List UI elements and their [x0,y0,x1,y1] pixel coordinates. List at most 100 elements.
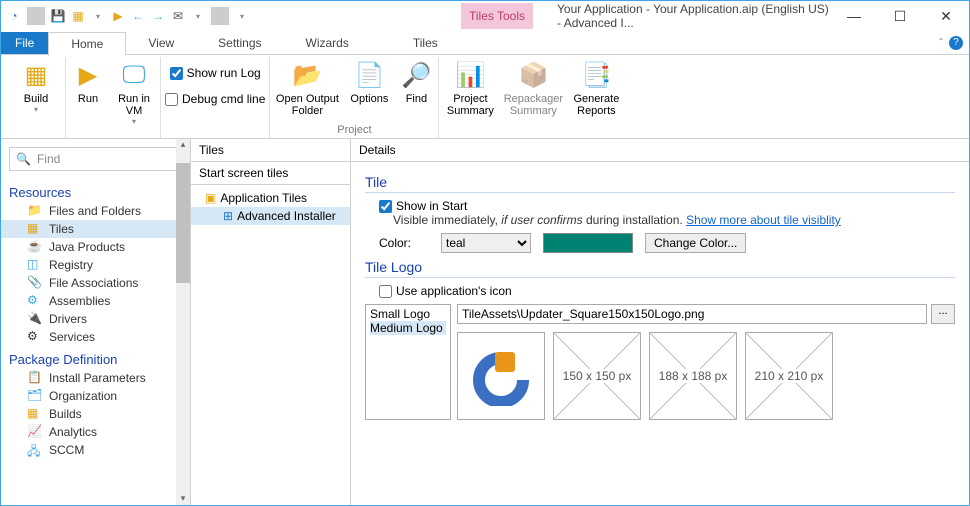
collapse-ribbon-icon[interactable]: ˆ [939,36,943,50]
content: 🔍 Find Resources 📁Files and Folders ▦Til… [1,139,969,505]
forward-icon[interactable]: → [149,7,167,25]
visibility-hint: Visible immediately, if user confirms du… [365,213,955,227]
tree-subheader: Start screen tiles [191,162,350,185]
sidebar-item-installparams[interactable]: 📋Install Parameters [1,369,190,387]
assembly-icon: ⚙ [27,293,43,309]
run-icon[interactable]: ▶ [109,7,127,25]
tab-home[interactable]: Home [48,32,126,56]
open-output-button[interactable]: 📂 Open Output Folder [274,57,340,117]
project-summary-button[interactable]: 📊 Project Summary [443,57,497,117]
change-color-button[interactable]: Change Color... [645,233,746,253]
ribbon: ▦ Build ▾ ▶ Run 🖵 Run in VM ▾ Show run L… [1,55,969,139]
minimize-button[interactable]: — [831,1,877,31]
scroll-up-icon[interactable]: ▴ [176,139,190,151]
sidebar-item-drivers[interactable]: 🔌Drivers [1,310,190,328]
window-title: Your Application - Your Application.aip … [533,2,831,30]
build-button[interactable]: ▦ Build ▾ [11,57,61,114]
details-panel: Details Tile Show in Start Visible immed… [351,139,969,505]
show-run-log-check[interactable]: Show run Log [170,63,261,83]
sidebar-item-builds[interactable]: ▦Builds [1,405,190,423]
tab-settings[interactable]: Settings [196,32,283,54]
windows-icon: ⊞ [223,209,233,223]
ribbon-group-label: Project [337,122,371,138]
tab-wizards[interactable]: Wizards [284,32,371,54]
logo-path-input[interactable] [457,304,927,324]
browse-button[interactable]: ... [931,304,955,324]
details-header: Details [351,139,969,162]
tile-188[interactable]: 188 x 188 px [649,332,737,420]
build-icon[interactable]: ▦ [69,7,87,25]
tree-header: Tiles [191,139,350,162]
repackager-icon: 📦 [517,59,549,91]
qat-dropdown-icon[interactable]: ▾ [233,7,251,25]
analytics-icon: 📈 [27,424,43,440]
file-menu[interactable]: File [1,32,48,54]
sidebar-item-sccm[interactable]: 🖧SCCM [1,441,190,459]
sidebar: 🔍 Find Resources 📁Files and Folders ▦Til… [1,139,191,505]
find-icon: 🔎 [400,59,432,91]
tile-210[interactable]: 210 x 210 px [745,332,833,420]
sidebar-item-services[interactable]: ⚙Services [1,328,190,346]
logo-size-list[interactable]: Small Logo Medium Logo [365,304,451,420]
search-input[interactable]: 🔍 Find [9,147,182,171]
app-tiles-icon: ▣ [205,191,216,205]
generate-reports-button[interactable]: 📑 Generate Reports [569,57,623,117]
color-label: Color: [379,236,429,250]
dropdown-icon[interactable]: ▾ [89,7,107,25]
sidebar-item-organization[interactable]: 🗂Organization [1,387,190,405]
contextual-tab-header: Tiles Tools [461,3,533,29]
org-icon: 🗂 [27,388,43,404]
logo-medium-option[interactable]: Medium Logo [370,321,446,335]
tree-child[interactable]: ⊞Advanced Installer [191,207,350,225]
summary-icon: 📊 [454,59,486,91]
show-in-start-check[interactable]: Show in Start [365,199,955,213]
repackager-button[interactable]: 📦 Repackager Summary [503,57,563,117]
save-icon[interactable]: 💾 [49,7,67,25]
tab-view[interactable]: View [126,32,196,54]
sidebar-item-fileassoc[interactable]: 📎File Associations [1,274,190,292]
run-button[interactable]: ▶ Run [70,57,106,126]
sidebar-item-assemblies[interactable]: ⚙Assemblies [1,292,190,310]
mail-icon[interactable]: ✉ [169,7,187,25]
scroll-thumb[interactable] [176,163,190,283]
use-app-icon-check[interactable]: Use application's icon [365,284,955,298]
tile-preview[interactable] [457,332,545,420]
sidebar-item-java[interactable]: ☕Java Products [1,238,190,256]
close-button[interactable]: ✕ [923,1,969,31]
build-icon: ▦ [20,59,52,91]
tab-tiles[interactable]: Tiles [391,32,460,54]
options-icon: 📄 [353,59,385,91]
options-button[interactable]: 📄 Options [346,57,392,117]
menubar: File Home View Settings Wizards Tiles ˆ … [1,31,969,55]
search-icon: 🔍 [16,152,31,166]
run-vm-button[interactable]: 🖵 Run in VM ▾ [112,57,156,126]
visibility-link[interactable]: Show more about tile visiblity [686,213,841,227]
run-icon: ▶ [72,59,104,91]
tile-150[interactable]: 150 x 150 px [553,332,641,420]
dropdown-icon[interactable]: ▾ [189,7,207,25]
section-tile: Tile [365,174,955,193]
sccm-icon: 🖧 [27,442,43,458]
monitor-icon: 🖵 [118,59,150,91]
tree-panel: Tiles Start screen tiles ▣Application Ti… [191,139,351,505]
color-select[interactable]: teal [441,233,531,253]
gear-icon: ⚙ [27,329,43,345]
back-icon[interactable]: ← [129,7,147,25]
maximize-button[interactable]: ☐ [877,1,923,31]
tiles-icon: ▦ [27,221,43,237]
find-button[interactable]: 🔎 Find [398,57,434,117]
assoc-icon: 📎 [27,275,43,291]
quick-access: ◔ 💾 ▦ ▾ ▶ ← → ✉ ▾ ▾ [1,7,255,25]
sidebar-item-analytics[interactable]: 📈Analytics [1,423,190,441]
tree-root[interactable]: ▣Application Tiles [191,189,350,207]
help-icon[interactable]: ? [949,36,963,50]
debug-cmd-check[interactable]: Debug cmd line [165,89,265,109]
sidebar-scrollbar[interactable]: ▴ ▾ [176,139,190,505]
sidebar-item-tiles[interactable]: ▦Tiles [1,220,190,238]
params-icon: 📋 [27,370,43,386]
logo-small-option[interactable]: Small Logo [370,307,446,321]
sidebar-item-files[interactable]: 📁Files and Folders [1,202,190,220]
sidebar-head-resources: Resources [1,179,190,202]
scroll-down-icon[interactable]: ▾ [176,493,190,505]
sidebar-item-registry[interactable]: ◫Registry [1,256,190,274]
